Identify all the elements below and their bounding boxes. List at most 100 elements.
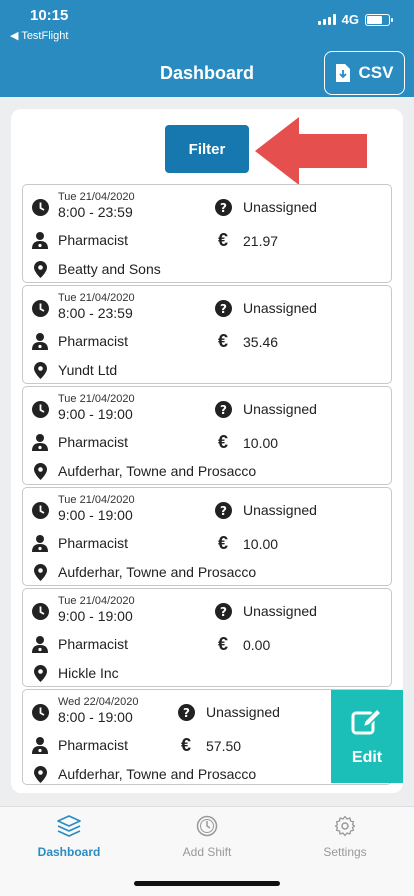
shift-status: Unassigned xyxy=(243,401,317,417)
shift-rate: 57.50 xyxy=(206,737,242,754)
shift-status: Unassigned xyxy=(243,502,317,518)
euro-icon: € xyxy=(217,533,228,553)
shift-location: Aufderhar, Towne and Prosacco xyxy=(58,463,257,479)
euro-icon: € xyxy=(217,230,228,250)
shift-status: Unassigned xyxy=(206,704,280,720)
user-doctor-icon xyxy=(30,735,50,755)
status-indicators: 4G xyxy=(317,12,393,27)
shift-card[interactable]: Tue 21/04/2020 8:00 - 23:59 ? Unassigned… xyxy=(22,184,392,283)
app-header: 10:15 ◀ TestFlight 4G Dashboard CSV xyxy=(0,0,414,97)
battery-icon xyxy=(365,13,393,26)
shift-location: Hickle Inc xyxy=(58,665,119,681)
shift-location: Aufderhar, Towne and Prosacco xyxy=(58,564,257,580)
filter-button[interactable]: Filter xyxy=(165,125,249,173)
location-pin-icon xyxy=(30,360,50,380)
user-doctor-icon xyxy=(30,230,50,250)
shift-rate: 0.00 xyxy=(243,636,271,653)
svg-text:?: ? xyxy=(183,706,190,720)
shift-card[interactable]: Tue 21/04/2020 8:00 - 23:59 ? Unassigned… xyxy=(22,285,392,384)
user-doctor-icon xyxy=(30,432,50,452)
gear-icon xyxy=(334,815,356,837)
clock-icon xyxy=(30,298,50,318)
shift-location: Yundt Ltd xyxy=(58,362,118,378)
shift-date: Tue 21/04/2020 xyxy=(58,292,135,304)
question-icon: ? xyxy=(176,702,196,722)
shift-location: Aufderhar, Towne and Prosacco xyxy=(58,766,257,782)
csv-export-button[interactable]: CSV xyxy=(324,51,405,95)
edit-label: Edit xyxy=(351,748,383,766)
status-time: 10:15 xyxy=(30,7,69,24)
shift-list-panel: Filter Tue 21/04/2020 8:00 - 23:59 ? Una… xyxy=(11,109,403,793)
layers-icon xyxy=(57,815,81,837)
svg-text:?: ? xyxy=(220,403,227,417)
signal-icon xyxy=(317,14,336,25)
clock-icon xyxy=(196,815,218,837)
shift-time: 8:00 - 23:59 xyxy=(58,305,133,321)
tab-label: Settings xyxy=(323,845,367,859)
svg-text:?: ? xyxy=(220,201,227,215)
shift-rate: 21.97 xyxy=(243,232,279,249)
edit-shift-button[interactable]: Edit xyxy=(331,690,403,783)
question-icon: ? xyxy=(213,197,233,217)
clock-icon xyxy=(30,601,50,621)
tab-label: Add Shift xyxy=(182,845,232,859)
location-pin-icon xyxy=(30,663,50,683)
pointer-arrow-icon xyxy=(255,117,367,185)
shift-rate: 10.00 xyxy=(243,535,279,552)
shift-card[interactable]: Tue 21/04/2020 9:00 - 19:00 ? Unassigned… xyxy=(22,487,392,586)
location-pin-icon xyxy=(30,259,50,279)
user-doctor-icon xyxy=(30,634,50,654)
clock-icon xyxy=(30,197,50,217)
shift-role: Pharmacist xyxy=(58,737,129,753)
svg-text:?: ? xyxy=(220,504,227,518)
shift-card[interactable]: Tue 21/04/2020 9:00 - 19:00 ? Unassigned… xyxy=(22,386,392,485)
shift-card[interactable]: Tue 21/04/2020 9:00 - 19:00 ? Unassigned… xyxy=(22,588,392,687)
shift-role: Pharmacist xyxy=(58,333,129,349)
shift-date: Tue 21/04/2020 xyxy=(58,191,135,203)
user-doctor-icon xyxy=(30,533,50,553)
user-doctor-icon xyxy=(30,331,50,351)
euro-icon: € xyxy=(217,432,228,452)
edit-icon xyxy=(351,707,383,734)
location-pin-icon xyxy=(30,764,50,784)
shift-rate: 10.00 xyxy=(243,434,279,451)
shift-time: 8:00 - 19:00 xyxy=(58,709,133,725)
home-indicator[interactable] xyxy=(134,881,280,886)
question-icon: ? xyxy=(213,601,233,621)
shift-time: 9:00 - 19:00 xyxy=(58,608,133,624)
shift-role: Pharmacist xyxy=(58,636,129,652)
tab-add-shift[interactable]: Add Shift xyxy=(138,815,276,859)
clock-icon xyxy=(30,702,50,722)
shift-time: 9:00 - 19:00 xyxy=(58,406,133,422)
shift-rate: 35.46 xyxy=(243,333,279,350)
shift-date: Tue 21/04/2020 xyxy=(58,595,135,607)
shift-role: Pharmacist xyxy=(58,232,129,248)
location-pin-icon xyxy=(30,461,50,481)
svg-text:?: ? xyxy=(220,302,227,316)
shift-status: Unassigned xyxy=(243,603,317,619)
svg-text:?: ? xyxy=(220,605,227,619)
question-icon: ? xyxy=(213,399,233,419)
shift-date: Tue 21/04/2020 xyxy=(58,494,135,506)
tab-dashboard[interactable]: Dashboard xyxy=(0,815,138,859)
shift-time: 8:00 - 23:59 xyxy=(58,204,133,220)
shift-time: 9:00 - 19:00 xyxy=(58,507,133,523)
euro-icon: € xyxy=(217,331,228,351)
shift-status: Unassigned xyxy=(243,300,317,316)
back-to-app-link[interactable]: ◀ TestFlight xyxy=(10,29,68,42)
question-icon: ? xyxy=(213,500,233,520)
euro-icon: € xyxy=(217,634,228,654)
csv-label: CSV xyxy=(358,63,394,82)
shift-status: Unassigned xyxy=(243,199,317,215)
clock-icon xyxy=(30,500,50,520)
tab-settings[interactable]: Settings xyxy=(276,815,414,859)
location-pin-icon xyxy=(30,562,50,582)
shift-role: Pharmacist xyxy=(58,535,129,551)
clock-icon xyxy=(30,399,50,419)
network-label: 4G xyxy=(341,12,359,27)
euro-icon: € xyxy=(180,735,191,755)
shift-card[interactable]: Wed 22/04/2020 8:00 - 19:00 ? Unassigned… xyxy=(22,689,403,785)
shift-location: Beatty and Sons xyxy=(58,261,161,277)
shift-date: Tue 21/04/2020 xyxy=(58,393,135,405)
question-icon: ? xyxy=(213,298,233,318)
